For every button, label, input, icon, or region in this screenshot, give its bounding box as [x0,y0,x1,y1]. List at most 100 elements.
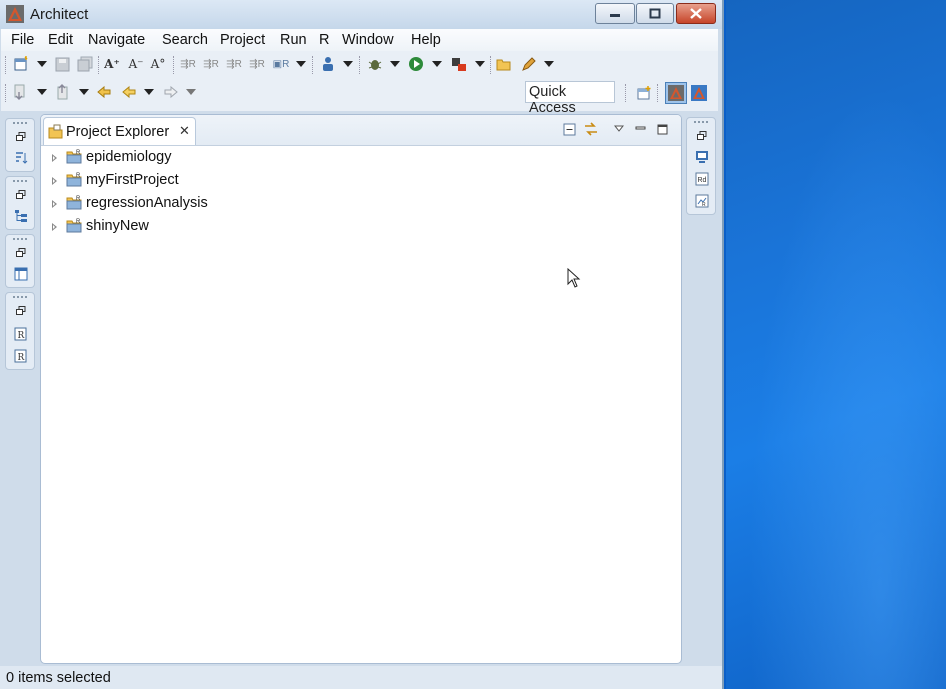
toolbar-row-1: A⁺ A⁻ A° ⇶R ⇶R ⇶R ⇶R ▣R [1,52,718,78]
menu-r[interactable]: R [319,32,329,48]
restore-trim-button[interactable] [694,128,709,143]
quick-access-field[interactable]: Quick Access [525,81,615,116]
external-tools-button[interactable] [319,55,337,73]
r-history-view-button[interactable]: R [13,348,28,363]
tree-item[interactable]: R epidemiology [41,147,681,170]
restore-trim-button[interactable] [13,129,28,144]
maximize-button[interactable] [636,3,674,24]
save-all-button[interactable] [76,55,94,73]
debug-button[interactable] [366,55,384,73]
view-menu-button[interactable] [611,121,627,137]
next-annotation-icon [14,84,25,100]
new-dropdown-arrow[interactable] [37,61,47,67]
run-last-tool-button[interactable] [450,55,468,73]
r-run-file-button[interactable]: ⇶R [248,55,266,73]
back-button[interactable] [120,83,138,101]
menu-project[interactable]: Project [220,32,265,48]
r-objects-view-button[interactable]: R [13,326,28,341]
font-reset-button[interactable]: A° [149,55,167,73]
font-decrease-button[interactable]: A⁻ [127,55,145,73]
r-run-button[interactable]: ⇶R [179,55,197,73]
open-perspective-icon [637,86,651,100]
close-tab-icon[interactable]: ✕ [179,123,190,139]
last-edit-icon [97,85,111,99]
minimize-button[interactable] [595,3,635,24]
previous-annotation-button[interactable] [54,83,72,101]
trim-grip[interactable] [13,296,27,300]
trim-grip[interactable] [13,122,27,126]
previous-annotation-dropdown-arrow[interactable] [79,89,89,95]
hierarchy-view-button[interactable] [13,208,28,223]
r-project-folder-icon: R [66,150,82,164]
new-wizard-button[interactable] [12,55,30,73]
menu-search[interactable]: Search [162,32,208,48]
search-dropdown-arrow[interactable] [544,61,554,67]
run-dropdown-arrow[interactable] [432,61,442,67]
bug-icon [368,60,382,70]
font-increase-button[interactable]: A⁺ [103,55,121,73]
tree-item[interactable]: R myFirstProject [41,170,681,193]
maximize-view-button[interactable] [654,121,670,137]
restore-trim-button[interactable] [13,187,28,202]
open-folder-button[interactable] [495,55,513,73]
left-trim-stack-4: R R [5,292,35,370]
restore-trim-button[interactable] [13,245,28,260]
forward-button[interactable] [162,83,180,101]
toolbar-separator [312,56,314,74]
external-tools-dropdown-arrow[interactable] [343,61,353,67]
title-bar[interactable]: Architect [0,0,722,29]
menu-edit[interactable]: Edit [48,32,73,48]
next-annotation-dropdown-arrow[interactable] [37,89,47,95]
project-explorer-view: Project Explorer ✕ R epidemiology R myFi… [40,114,682,664]
save-icon [55,57,69,71]
r-console-button[interactable]: ▣R [272,55,290,73]
project-label: regressionAnalysis [86,195,208,211]
menu-file[interactable]: File [11,32,34,48]
expand-arrow-icon[interactable] [52,154,57,162]
open-perspective-button[interactable] [633,82,655,104]
next-annotation-button[interactable] [11,83,29,101]
r-graphics-view-button[interactable]: R [694,193,709,208]
close-window-button[interactable] [676,3,716,24]
outline-view-button[interactable] [13,150,28,165]
trim-grip[interactable] [694,121,708,123]
tree-item[interactable]: R regressionAnalysis [41,193,681,216]
save-all-icon [77,56,93,72]
expand-arrow-icon[interactable] [52,200,57,208]
status-text: 0 items selected [6,670,111,686]
architect-perspective-button[interactable] [665,82,687,104]
back-dropdown-arrow[interactable] [144,89,154,95]
search-tool-button[interactable] [520,55,538,73]
tree-item[interactable]: R shinyNew [41,216,681,239]
last-edit-location-button[interactable] [95,83,113,101]
project-explorer-tab[interactable]: Project Explorer ✕ [43,117,196,145]
r-run-selection-button[interactable]: ⇶R [225,55,243,73]
trim-grip[interactable] [13,238,27,242]
menu-window[interactable]: Window [342,32,394,48]
expand-arrow-icon[interactable] [52,177,57,185]
expand-arrow-icon[interactable] [52,223,57,231]
svg-text:R: R [702,202,706,208]
collapse-all-button[interactable] [561,121,577,137]
run-last-tool-dropdown-arrow[interactable] [475,61,485,67]
minimize-view-button[interactable] [632,121,648,137]
trim-grip[interactable] [13,180,27,184]
console-view-button[interactable] [694,149,709,164]
restore-trim-button[interactable] [13,303,28,318]
menu-help[interactable]: Help [411,32,441,48]
link-with-editor-button[interactable] [583,121,599,137]
debug-dropdown-arrow[interactable] [390,61,400,67]
r-perspective-button[interactable] [688,82,710,104]
rd-document-icon: Rd [695,172,708,185]
minimize-icon [610,13,620,17]
r-run-line-button[interactable]: ⇶R [202,55,220,73]
rd-help-view-button[interactable]: Rd [694,171,709,186]
r-console-dropdown-arrow[interactable] [296,61,306,67]
forward-dropdown-arrow[interactable] [186,89,196,95]
menu-navigate[interactable]: Navigate [88,32,145,48]
run-button[interactable] [407,55,425,73]
console-icon [695,150,708,163]
menu-run[interactable]: Run [280,32,307,48]
editor-area-button[interactable] [13,266,28,281]
save-button[interactable] [53,55,71,73]
